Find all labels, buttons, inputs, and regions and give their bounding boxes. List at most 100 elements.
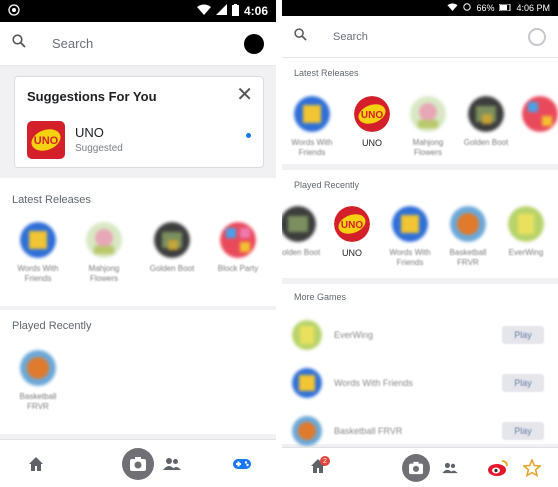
svg-text:UNO: UNO <box>361 110 383 121</box>
game-tile[interactable]: Basketball FRVR <box>438 206 498 268</box>
game-label: UNO <box>362 138 382 148</box>
alarm-icon <box>463 3 472 13</box>
game-label: Words With Friends <box>291 138 333 157</box>
play-button[interactable]: Play <box>502 374 544 392</box>
search-input[interactable]: Search <box>52 36 93 51</box>
words-with-friends-icon <box>294 96 330 132</box>
game-tile[interactable]: Mahjong Flowers <box>74 222 134 284</box>
basketball-frvr-icon <box>20 350 56 386</box>
wifi-icon <box>196 4 211 18</box>
people-icon[interactable] <box>156 448 188 480</box>
people-icon[interactable] <box>434 452 466 484</box>
camera-button[interactable] <box>122 448 154 480</box>
left-screen: 4:06 Search Suggestions For You ✕ UNO UN… <box>0 0 276 487</box>
words-with-friends-icon <box>20 222 56 258</box>
game-tile[interactable]: UNO UNO <box>342 96 402 148</box>
bottom-nav: 2 <box>282 447 558 487</box>
game-label: UNO <box>342 248 362 258</box>
status-bar: 4:06 <box>0 0 276 22</box>
list-item[interactable]: Basketball FRVR Play <box>282 412 558 450</box>
section-title: Latest Releases <box>12 194 91 206</box>
mahjong-flowers-icon <box>86 222 122 258</box>
game-label: EverWing <box>508 248 544 257</box>
status-bar: 66% 4:06 PM <box>282 0 558 16</box>
game-label: Words With Friends <box>389 248 431 267</box>
game-name: EverWing <box>334 330 374 340</box>
game-name: Words With Friends <box>334 378 413 388</box>
game-tile[interactable]: Basketball FRVR <box>8 350 68 412</box>
weibo-icon[interactable] <box>482 452 514 484</box>
words-with-friends-icon <box>292 368 322 398</box>
play-button[interactable]: Play <box>502 326 544 344</box>
status-time: 4:06 PM <box>516 3 550 13</box>
svg-text:UNO: UNO <box>34 135 59 147</box>
star-icon[interactable] <box>516 452 548 484</box>
list-item[interactable]: Words With Friends Play <box>282 364 558 402</box>
block-party-icon <box>522 96 558 132</box>
game-name: Basketball FRVR <box>334 426 403 436</box>
camera-icon <box>402 454 430 482</box>
notification-badge: 2 <box>320 456 330 466</box>
search-bar[interactable]: Search <box>282 16 558 58</box>
game-label: Mahjong Flowers <box>88 264 120 283</box>
suggestions-card: Suggestions For You ✕ UNO UNO Suggested <box>14 76 264 168</box>
game-tile[interactable]: Words With Friends <box>8 222 68 284</box>
home-button[interactable]: 2 <box>302 452 334 484</box>
list-item[interactable]: EverWing Play <box>282 316 558 354</box>
game-tile[interactable]: Golden Boot <box>456 96 516 148</box>
status-time: 4:06 <box>243 4 268 18</box>
game-tile[interactable]: EverWing <box>496 206 556 258</box>
camera-icon <box>122 448 154 480</box>
game-tile[interactable]: Golden Boot <box>142 222 202 274</box>
uno-game-icon: UNO <box>334 206 370 242</box>
game-tile[interactable]: Mahjong Flowers <box>398 96 458 158</box>
search-bar[interactable]: Search <box>0 22 276 66</box>
suggested-game-status: Suggested <box>75 143 123 154</box>
golden-boot-icon <box>154 222 190 258</box>
home-icon[interactable] <box>20 448 52 480</box>
more-games-section: More Games EverWing Play Words With Frie… <box>282 284 558 446</box>
games-icon[interactable] <box>226 448 258 480</box>
game-label: Mahjong Flowers <box>412 138 444 157</box>
game-label: Golden Boot <box>149 264 195 273</box>
battery-icon <box>231 3 239 19</box>
game-tile[interactable] <box>510 96 558 132</box>
game-label: Block Party <box>217 264 259 273</box>
mahjong-flowers-icon <box>410 96 446 132</box>
words-with-friends-icon <box>392 206 428 242</box>
battery-icon <box>498 3 511 13</box>
right-screen: 66% 4:06 PM Search Latest Releases Words… <box>282 0 558 487</box>
wifi-icon <box>447 3 459 13</box>
app-notification-icon <box>8 3 20 19</box>
search-icon[interactable] <box>294 27 307 46</box>
section-title: Latest Releases <box>294 68 359 78</box>
game-label: Golden Boot <box>282 248 321 257</box>
signal-icon <box>215 4 227 18</box>
close-icon[interactable]: ✕ <box>236 85 253 105</box>
search-input[interactable]: Search <box>333 31 368 43</box>
suggestions-title: Suggestions For You <box>27 89 157 104</box>
game-label: Words With Friends <box>17 264 59 283</box>
golden-boot-icon <box>468 96 504 132</box>
profile-avatar[interactable] <box>244 33 264 54</box>
play-button[interactable]: Play <box>502 422 544 440</box>
game-tile[interactable]: Words With Friends <box>380 206 440 268</box>
latest-releases-section: Latest Releases Words With Friends UNO U… <box>282 58 558 164</box>
block-party-icon <box>220 222 256 258</box>
golden-boot-icon <box>282 206 316 242</box>
battery-percent: 66% <box>476 3 495 13</box>
played-recently-section: Played Recently Basketball FRVR <box>0 310 276 434</box>
played-recently-section: Played Recently Golden Boot UNO UNO Word… <box>282 170 558 278</box>
new-indicator-dot <box>246 133 251 138</box>
svg-text:UNO: UNO <box>341 220 363 231</box>
search-icon[interactable] <box>12 34 26 53</box>
camera-button[interactable] <box>400 452 432 484</box>
suggested-game-name[interactable]: UNO <box>75 125 104 140</box>
game-tile[interactable]: Block Party <box>208 222 268 274</box>
uno-game-icon[interactable]: UNO <box>27 121 65 159</box>
game-tile[interactable]: Words With Friends <box>282 96 342 158</box>
game-label: Golden Boot <box>463 138 509 147</box>
latest-releases-section: Latest Releases Words With Friends Mahjo… <box>0 178 276 306</box>
game-tile[interactable]: UNO UNO <box>322 206 382 258</box>
profile-avatar[interactable] <box>528 27 546 46</box>
